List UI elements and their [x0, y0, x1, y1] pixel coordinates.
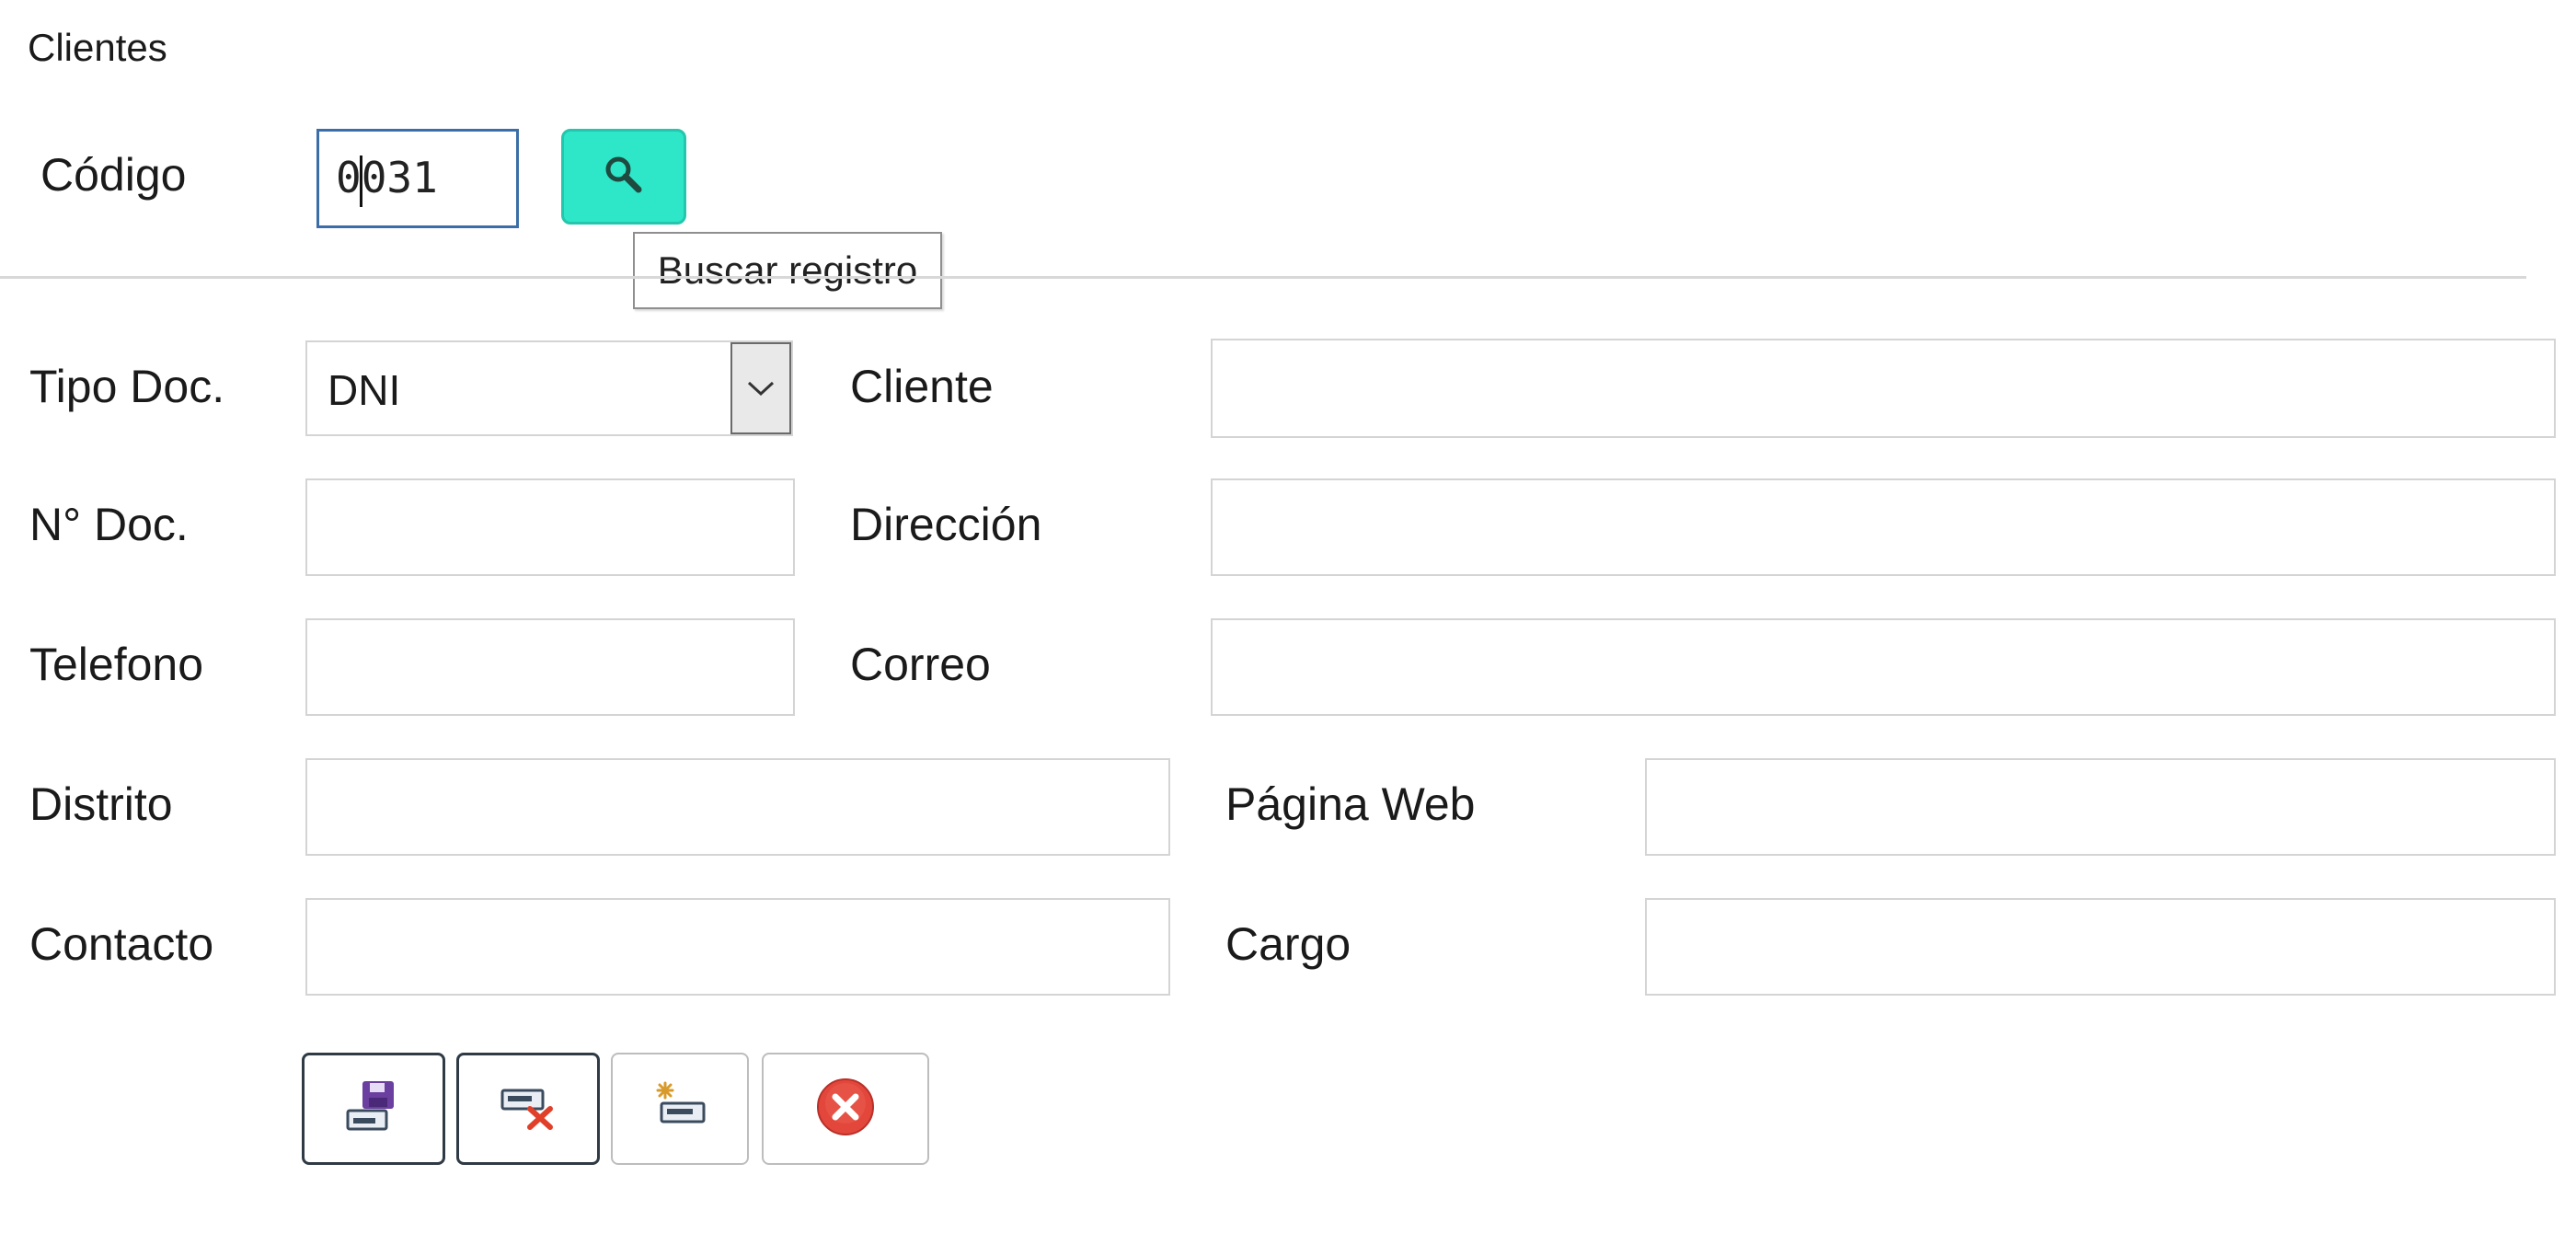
distrito-input[interactable]	[305, 758, 1170, 856]
save-button[interactable]	[302, 1053, 445, 1165]
contacto-input[interactable]	[305, 898, 1170, 996]
correo-input[interactable]	[1211, 618, 2556, 716]
page-title: Clientes	[28, 26, 167, 69]
pagina-web-input[interactable]	[1645, 758, 2556, 856]
direccion-input[interactable]	[1211, 478, 2556, 576]
search-icon	[600, 151, 648, 203]
telefono-label: Telefono	[29, 639, 204, 690]
pagina-web-label: Página Web	[1225, 778, 1476, 830]
telefono-input[interactable]	[305, 618, 795, 716]
cliente-label: Cliente	[850, 361, 994, 412]
new-record-button[interactable]	[611, 1053, 749, 1165]
delete-record-icon	[499, 1081, 558, 1137]
contacto-label: Contacto	[29, 918, 214, 970]
cargo-input[interactable]	[1645, 898, 2556, 996]
divider	[0, 276, 2526, 279]
code-input[interactable]: 0031	[316, 129, 519, 228]
save-icon	[344, 1079, 403, 1139]
cargo-label: Cargo	[1225, 918, 1351, 970]
correo-label: Correo	[850, 639, 991, 690]
nro-doc-label: N° Doc.	[29, 499, 189, 550]
close-icon	[814, 1076, 877, 1143]
new-record-icon	[650, 1079, 709, 1139]
code-value-rest: 031	[361, 153, 438, 202]
tipo-doc-value: DNI	[328, 366, 401, 414]
tipo-doc-select[interactable]: DNI	[305, 340, 793, 436]
text-caret	[359, 155, 362, 207]
chevron-down-icon[interactable]	[730, 342, 791, 434]
direccion-label: Dirección	[850, 499, 1042, 550]
delete-record-button[interactable]	[456, 1053, 600, 1165]
code-label: Código	[40, 149, 187, 201]
code-value-first: 0	[336, 153, 362, 202]
search-button[interactable]	[561, 129, 686, 225]
nro-doc-input[interactable]	[305, 478, 795, 576]
close-button[interactable]	[762, 1053, 929, 1165]
tipo-doc-label: Tipo Doc.	[29, 361, 225, 412]
search-tooltip: Buscar registro	[633, 232, 942, 309]
distrito-label: Distrito	[29, 778, 173, 830]
cliente-input[interactable]	[1211, 339, 2556, 438]
